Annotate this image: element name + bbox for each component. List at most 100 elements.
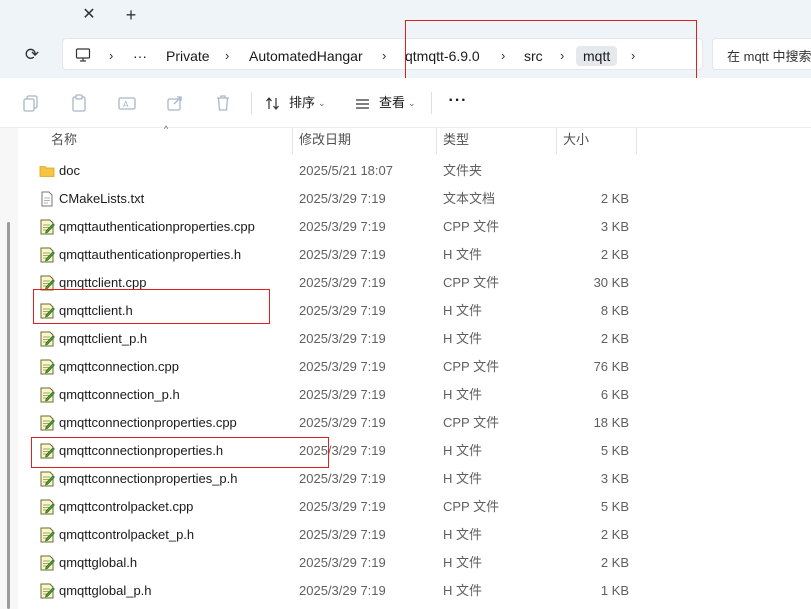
breadcrumb-separator[interactable]: › (631, 46, 635, 66)
file-row[interactable]: CMakeLists.txt 2025/3/29 7:19 文本文档 2 KB (18, 185, 811, 213)
file-date: 2025/3/29 7:19 (299, 499, 386, 514)
file-name: doc (59, 163, 80, 178)
breadcrumb-qtmqtt[interactable]: qtmqtt-6.9.0 (405, 46, 480, 66)
file-size: 2 KB (600, 331, 629, 346)
file-size: 76 KB (593, 359, 629, 374)
source-file-icon (40, 583, 55, 599)
file-type: CPP 文件 (443, 359, 500, 374)
file-name: qmqttcontrolpacket_p.h (59, 527, 195, 542)
scrollbar-track[interactable] (0, 128, 18, 609)
share-icon[interactable] (165, 93, 185, 113)
file-size: 3 KB (600, 471, 629, 486)
file-size: 1 KB (600, 583, 629, 598)
file-date: 2025/3/29 7:19 (299, 275, 386, 290)
breadcrumb-separator[interactable]: › (225, 46, 229, 66)
source-file-icon (40, 303, 55, 319)
source-file-icon (40, 415, 55, 431)
toolbar-divider (251, 92, 252, 114)
refresh-icon[interactable]: ⟳ (20, 43, 44, 67)
file-type: CPP 文件 (443, 219, 500, 234)
file-row[interactable]: qmqttconnectionproperties.cpp 2025/3/29 7… (18, 409, 811, 437)
column-divider[interactable] (292, 128, 293, 154)
file-row[interactable]: qmqttconnectionproperties_p.h 2025/3/29 7… (18, 465, 811, 493)
breadcrumb-separator[interactable]: › (501, 46, 505, 66)
command-toolbar: A 排序 ⌄ 查看 ⌄ ··· (0, 78, 811, 128)
file-date: 2025/5/21 18:07 (299, 163, 393, 178)
file-size (557, 157, 629, 185)
file-row[interactable]: qmqttconnection.cpp 2025/3/29 7:19 CPP 文件 7… (18, 353, 811, 381)
file-row[interactable]: qmqttclient.cpp 2025/3/29 7:19 CPP 文件 30 KB (18, 269, 811, 297)
more-options-icon[interactable]: ··· (447, 92, 469, 114)
file-size: 5 KB (600, 443, 629, 458)
toolbar-divider (431, 92, 432, 114)
column-header-name[interactable]: 名称 (51, 128, 77, 152)
search-placeholder: 在 mqtt 中搜索 (727, 49, 811, 64)
file-name: qmqttauthenticationproperties.h (59, 247, 242, 262)
file-row[interactable]: qmqttauthenticationproperties.cpp 2025/3/… (18, 213, 811, 241)
breadcrumb-separator[interactable]: › (109, 46, 113, 66)
file-date: 2025/3/29 7:19 (299, 303, 386, 318)
file-name: qmqttconnectionproperties.cpp (59, 415, 237, 430)
file-size: 5 KB (600, 499, 629, 514)
file-name: qmqttglobal_p.h (59, 583, 152, 598)
file-name: qmqttauthenticationproperties.cpp (59, 219, 255, 234)
column-header-type[interactable]: 类型 (443, 128, 469, 152)
file-row[interactable]: qmqttconnectionproperties.h 2025/3/29 7:1… (18, 437, 811, 465)
file-date: 2025/3/29 7:19 (299, 555, 386, 570)
chevron-down-icon: ⌄ (408, 98, 416, 108)
text-file-icon (41, 191, 53, 207)
breadcrumb-src[interactable]: src (524, 46, 543, 66)
tab-strip: ✕ + (0, 0, 811, 30)
search-input[interactable]: 在 mqtt 中搜索 (712, 38, 811, 70)
source-file-icon (40, 499, 55, 515)
sort-ascending-icon: ^ (164, 124, 169, 134)
column-divider[interactable] (556, 128, 557, 154)
copy-icon[interactable] (21, 93, 41, 113)
breadcrumb-separator[interactable]: › (560, 46, 564, 66)
scrollbar-thumb[interactable] (7, 222, 10, 609)
file-list: ^ 名称 修改日期 类型 大小 doc 2025/5/21 18:07 文件夹 CMa… (0, 124, 811, 609)
address-bar[interactable]: › ··· Private › AutomatedHangar › qtmqtt… (62, 38, 703, 70)
file-row[interactable]: qmqttcontrolpacket.cpp 2025/3/29 7:19 CPP … (18, 493, 811, 521)
source-file-icon (40, 387, 55, 403)
file-size: 18 KB (593, 415, 629, 430)
file-row[interactable]: doc 2025/5/21 18:07 文件夹 (18, 157, 811, 185)
file-date: 2025/3/29 7:19 (299, 191, 386, 206)
paste-icon[interactable] (69, 93, 89, 113)
file-row[interactable]: qmqttclient_p.h 2025/3/29 7:19 H 文件 2 KB (18, 325, 811, 353)
delete-icon[interactable] (213, 93, 233, 113)
breadcrumb-automatedhangar[interactable]: AutomatedHangar (249, 46, 363, 66)
column-header-date[interactable]: 修改日期 (299, 128, 351, 152)
file-name: qmqttglobal.h (59, 555, 138, 570)
rename-icon[interactable]: A (117, 93, 137, 113)
file-row[interactable]: qmqttauthenticationproperties.h 2025/3/29… (18, 241, 811, 269)
column-header-size[interactable]: 大小 (563, 128, 589, 152)
column-divider[interactable] (436, 128, 437, 154)
file-date: 2025/3/29 7:19 (299, 247, 386, 262)
file-type: H 文件 (443, 331, 483, 346)
file-date: 2025/3/29 7:19 (299, 387, 386, 402)
file-type: CPP 文件 (443, 415, 500, 430)
file-row[interactable]: qmqttglobal_p.h 2025/3/29 7:19 H 文件 1 KB (18, 577, 811, 605)
file-row[interactable]: qmqttclient.h 2025/3/29 7:19 H 文件 8 KB (18, 297, 811, 325)
close-tab-icon[interactable]: ✕ (79, 5, 99, 25)
file-row[interactable]: qmqttconnection_p.h 2025/3/29 7:19 H 文件 6 K… (18, 381, 811, 409)
file-name: qmqttconnection.cpp (59, 359, 179, 374)
source-file-icon (40, 555, 55, 571)
breadcrumb-private[interactable]: Private (166, 46, 210, 66)
column-divider[interactable] (636, 128, 637, 154)
breadcrumb-overflow[interactable]: ··· (133, 46, 147, 66)
breadcrumb-separator[interactable]: › (382, 46, 386, 66)
source-file-icon (40, 275, 55, 291)
new-tab-icon[interactable]: + (121, 5, 141, 25)
navigation-bar: ⟳ › ··· Private › AutomatedHangar › qtmq… (0, 30, 811, 78)
file-row[interactable]: qmqttglobal.h 2025/3/29 7:19 H 文件 2 KB (18, 549, 811, 577)
file-date: 2025/3/29 7:19 (299, 527, 386, 542)
file-size: 6 KB (600, 387, 629, 402)
file-row[interactable]: qmqttcontrolpacket_p.h 2025/3/29 7:19 H 文件… (18, 521, 811, 549)
source-file-icon (40, 527, 55, 543)
breadcrumb-mqtt[interactable]: mqtt (576, 46, 618, 66)
file-size: 8 KB (600, 303, 629, 318)
file-name: CMakeLists.txt (59, 191, 145, 206)
this-pc-icon[interactable] (75, 47, 91, 63)
